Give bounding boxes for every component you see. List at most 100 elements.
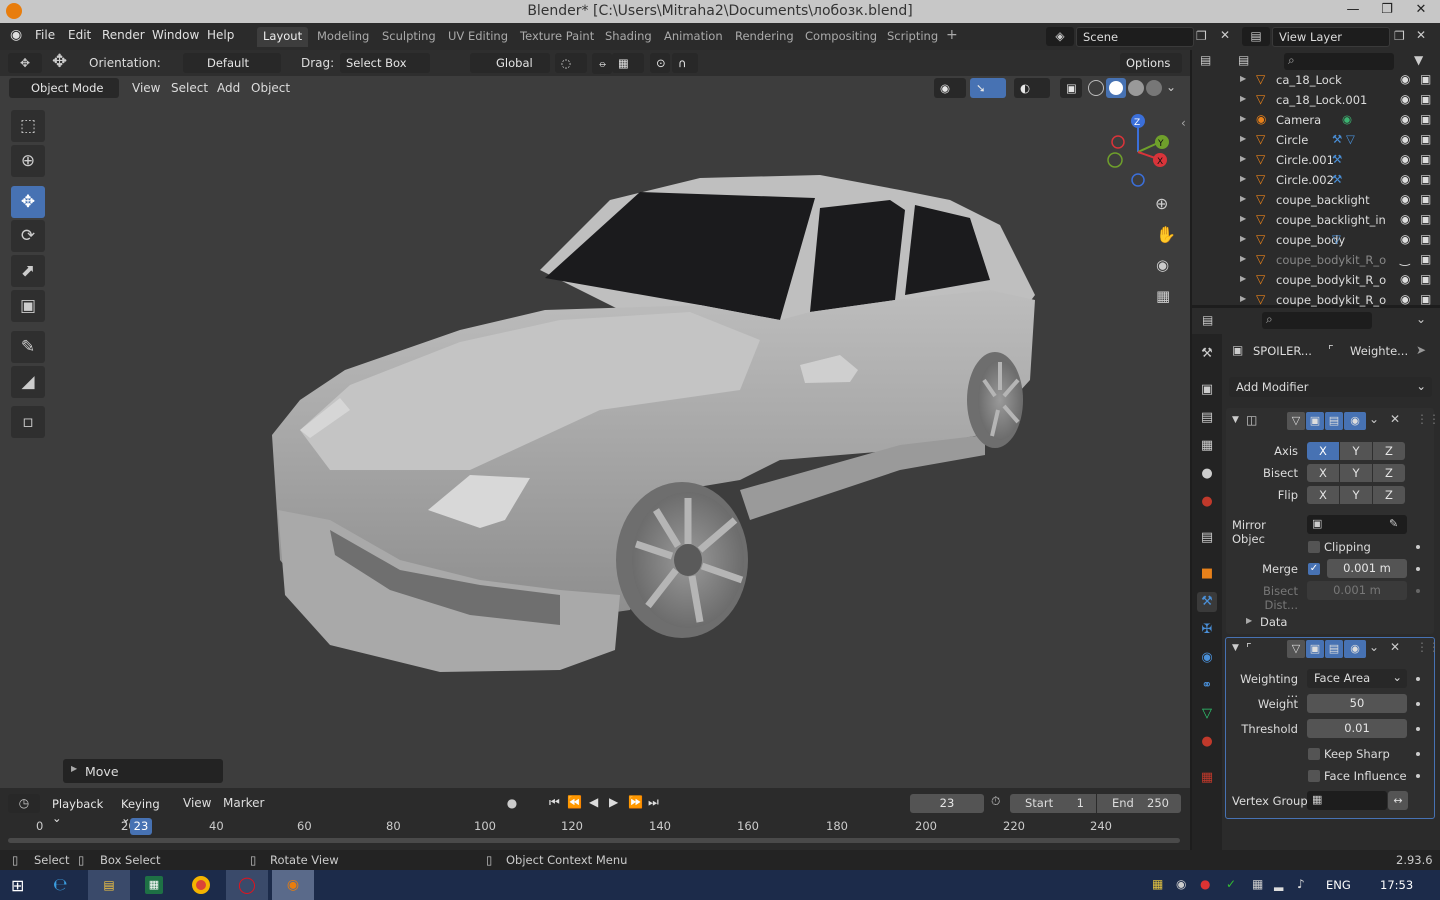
measure-tool-icon[interactable]: ◢ — [11, 366, 45, 398]
tab-layout[interactable]: Layout — [257, 27, 309, 47]
camera-render-icon[interactable]: ▣ — [1420, 252, 1431, 266]
playback-dropdown[interactable]: Playback ⌄ — [46, 794, 114, 828]
eye-visibility-icon[interactable]: ◉ — [1400, 172, 1410, 186]
excel-icon[interactable]: ▦ — [145, 876, 163, 894]
outliner-row[interactable]: ▶ ◉ Camera ◉ ◉ ▣ — [1192, 110, 1440, 130]
outliner-row[interactable]: ▶ ▽ coupe_bodykit_R_o ‿ ▣ — [1192, 250, 1440, 270]
last-operator-panel[interactable]: ▶ Move — [63, 759, 223, 783]
properties-editor-icon[interactable]: ▤ — [1202, 313, 1213, 327]
particles-tab-icon[interactable]: ✠ — [1197, 620, 1217, 640]
proportional-edit-toggle[interactable]: ⊙ — [650, 53, 670, 73]
transform-tool-dropdown[interactable]: ✥ — [8, 53, 42, 73]
bisect-y-toggle[interactable]: Y — [1340, 464, 1372, 482]
render-toggle-icon[interactable]: ◉ — [1344, 412, 1366, 430]
camera-view-icon[interactable]: ◉ — [1156, 256, 1169, 274]
world-tab-icon[interactable]: ● — [1197, 492, 1217, 512]
tool-tab-icon[interactable]: ⚒ — [1197, 344, 1217, 364]
outliner-row[interactable]: ▶ ▽ coupe_bodykit_R_o ◉ ▣ — [1192, 290, 1440, 310]
orientation-dropdown[interactable]: Default — [183, 53, 281, 73]
eye-visibility-icon[interactable]: ◉ — [1400, 112, 1410, 126]
keep-sharp-keyframe-dot[interactable] — [1416, 752, 1420, 756]
flip-z-toggle[interactable]: Z — [1373, 486, 1405, 504]
camera-render-icon[interactable]: ▣ — [1420, 72, 1431, 86]
flip-y-toggle[interactable]: Y — [1340, 486, 1372, 504]
delete-view-layer-icon[interactable]: ✕ — [1416, 28, 1426, 42]
clipping-checkbox[interactable] — [1308, 541, 1320, 553]
axis-y-toggle[interactable]: Y — [1340, 442, 1372, 460]
next-keyframe-icon[interactable]: ⏩ — [628, 795, 643, 809]
scale-tool-icon[interactable]: ⬈ — [11, 255, 45, 287]
merge-checkbox[interactable]: ✓ — [1308, 563, 1320, 575]
texture-tab-icon[interactable]: ▦ — [1197, 768, 1217, 788]
snap-toggle[interactable]: ⦵ — [592, 53, 612, 74]
language-indicator[interactable]: ENG — [1326, 878, 1351, 892]
vertex-group-field[interactable]: ▦ — [1307, 791, 1387, 810]
jump-start-icon[interactable]: ⏮ — [549, 795, 560, 810]
data-subpanel-label[interactable]: Data — [1260, 615, 1287, 629]
pivot-point-dropdown[interactable]: ◌ — [555, 53, 587, 73]
editor-type-icon[interactable]: ▤ — [1200, 53, 1211, 67]
outliner-row[interactable]: ▶ ▽ coupe_backlight ◉ ▣ — [1192, 190, 1440, 210]
network-icon[interactable]: ▦ — [1252, 877, 1263, 891]
eye-visibility-icon[interactable]: ◉ — [1400, 232, 1410, 246]
bisect-distance-field[interactable]: 0.001 m — [1307, 581, 1407, 600]
ie-icon[interactable]: ℮ — [53, 875, 68, 895]
transform-orientation-dropdown[interactable]: Global — [470, 53, 550, 73]
new-view-layer-icon[interactable]: ❐ — [1394, 29, 1405, 43]
outliner-row[interactable]: ▶ ▽ coupe_body ▽ ◉ ▣ — [1192, 230, 1440, 250]
jump-end-icon[interactable]: ⏭ — [648, 795, 659, 810]
camera-render-icon[interactable]: ▣ — [1420, 232, 1431, 246]
new-scene-icon[interactable]: ❐ — [1196, 29, 1207, 43]
expand-arrow-icon[interactable]: ▶ — [1240, 294, 1246, 303]
timeline-editor-icon[interactable]: ◷ — [8, 794, 40, 813]
material-tab-icon[interactable]: ● — [1197, 732, 1217, 752]
playhead[interactable]: 23 — [130, 818, 152, 835]
view-layer-tab-icon[interactable]: ▦ — [1197, 436, 1217, 456]
tab-animation[interactable]: Animation — [658, 27, 729, 47]
expand-arrow-icon[interactable]: ▶ — [1240, 174, 1246, 183]
outliner-row[interactable]: ▶ ▽ ca_18_Lock.001 ◉ ▣ — [1192, 90, 1440, 110]
bisect-keyframe-dot[interactable] — [1416, 589, 1420, 593]
solid-shading-icon[interactable] — [1106, 78, 1126, 98]
collapse-triangle-icon[interactable]: ▼ — [1232, 415, 1239, 425]
object-tab-icon[interactable]: ■ — [1197, 564, 1217, 584]
drag-dropdown[interactable]: Select Box — [340, 53, 430, 73]
cage-toggle-icon[interactable]: ▣ — [1306, 412, 1324, 430]
outliner-row[interactable]: ▶ ▽ coupe_backlight_in ◉ ▣ — [1192, 210, 1440, 230]
file-explorer-icon[interactable]: ▤ — [88, 870, 130, 900]
minimize-button[interactable]: — — [1336, 0, 1370, 23]
bisect-x-toggle[interactable]: X — [1307, 464, 1339, 482]
material-shading-icon[interactable] — [1128, 80, 1144, 96]
tab-texture-paint[interactable]: Texture Paint — [514, 27, 600, 47]
face-influence-keyframe-dot[interactable] — [1416, 774, 1420, 778]
start-frame-field[interactable]: Start 1 — [1010, 794, 1096, 813]
camera-render-icon[interactable]: ▣ — [1420, 192, 1431, 206]
eye-visibility-icon[interactable]: ◉ — [1400, 192, 1410, 206]
add-workspace-icon[interactable]: + — [940, 25, 964, 45]
opera-icon[interactable]: ◯ — [226, 870, 268, 900]
modifier-tab-icon[interactable]: ⚒ — [1197, 592, 1217, 612]
tray-red-icon[interactable]: ● — [1200, 877, 1210, 891]
merge-value-field[interactable]: 0.001 m — [1327, 559, 1407, 578]
keep-sharp-checkbox[interactable] — [1308, 748, 1320, 760]
xray-toggle[interactable]: ▣ — [1060, 78, 1082, 98]
tab-modeling[interactable]: Modeling — [311, 27, 375, 47]
add-cube-tool-icon[interactable]: ▫ — [11, 406, 45, 438]
menu-help[interactable]: Help — [207, 28, 234, 42]
collection-tab-icon[interactable]: ▤ — [1197, 528, 1217, 548]
windows-start-icon[interactable]: ⊞ — [11, 876, 24, 895]
weight-field[interactable]: 50 — [1307, 694, 1407, 713]
camera-render-icon[interactable]: ▣ — [1420, 92, 1431, 106]
modifier-menu-2-icon[interactable]: ⌄ — [1369, 640, 1379, 654]
cursor-tool-icon[interactable]: ⊕ — [11, 145, 45, 177]
prev-keyframe-icon[interactable]: ⏪ — [567, 795, 582, 809]
visibility-dropdown[interactable]: ◉ — [934, 78, 966, 98]
outliner-row[interactable]: ▶ ▽ Circle.002 ⚒ ◉ ▣ — [1192, 170, 1440, 190]
view-layer-selector-icon[interactable]: ▤ — [1242, 27, 1270, 46]
camera-render-icon[interactable]: ▣ — [1420, 152, 1431, 166]
eye-visibility-icon[interactable]: ◉ — [1400, 272, 1410, 286]
scene-tab-icon[interactable]: ● — [1197, 464, 1217, 484]
weight-keyframe-dot[interactable] — [1416, 702, 1420, 706]
mirror-object-field[interactable]: ▣ ✎ — [1307, 515, 1407, 534]
menu-add[interactable]: Add — [217, 81, 240, 95]
